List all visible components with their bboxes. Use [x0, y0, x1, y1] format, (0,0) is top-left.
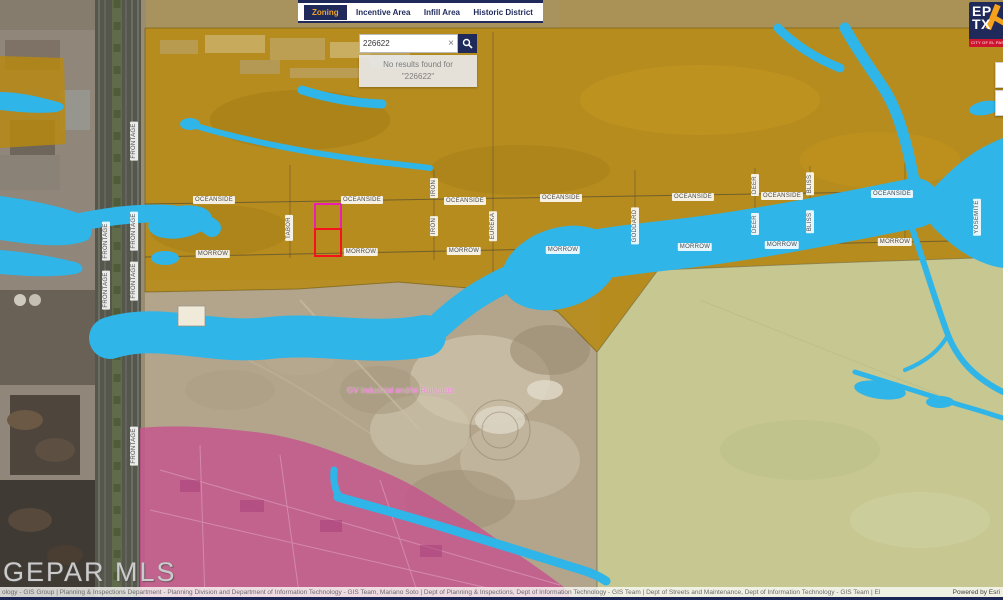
no-results-line2: "226622" [361, 71, 475, 83]
street-label-bliss: BLISS [806, 173, 814, 196]
clear-search-icon[interactable]: × [445, 34, 458, 53]
powered-by-esri: Powered by Esri [953, 589, 1003, 596]
no-results-popup: No results found for "226622" [359, 55, 477, 87]
street-label-morrow: MORROW [344, 248, 378, 256]
street-label-tabor: TABOR [285, 215, 293, 241]
street-label-bliss: BLISS [806, 211, 814, 234]
city-of-el-paso-logo: EP TX CITY OF EL PASO [969, 2, 1003, 47]
search-button[interactable] [458, 34, 477, 53]
street-label-frontage: FRONTAGE [102, 221, 110, 260]
map-control-button-top[interactable] [995, 62, 1003, 88]
street-label-iron: IRON [430, 178, 438, 198]
street-label-deer: DEER [751, 174, 759, 196]
street-label-oceanside: OCEANSIDE [341, 196, 383, 204]
tab-historic-district[interactable]: Historic District [469, 5, 537, 20]
gepar-mls-watermark: GEPAR MLS [3, 557, 177, 588]
street-label-frontage: FRONTAGE [130, 211, 138, 250]
street-label-oceanside: OCEANSIDE [193, 196, 235, 204]
map-control-button-bottom[interactable] [995, 90, 1003, 116]
street-label-morrow: MORROW [678, 243, 712, 251]
zoning-map-app: OCEANSIDE OCEANSIDE OCEANSIDE OCEANSIDE … [0, 0, 1003, 600]
street-label-oceanside: OCEANSIDE [672, 193, 714, 201]
street-label-oceanside: OCEANSIDE [444, 197, 486, 205]
street-label-morrow: MORROW [196, 250, 230, 258]
street-label-yosemite: YOSEMITE [973, 198, 981, 235]
street-label-goddard: GODDARD [631, 208, 639, 245]
street-label-eureka: EUREKA [489, 211, 497, 241]
no-results-line1: No results found for [361, 59, 475, 71]
street-label-morrow: MORROW [447, 247, 481, 255]
search-icon [462, 38, 473, 49]
zoning-sage-layer [597, 257, 1003, 600]
street-label-frontage: FRONTAGE [130, 261, 138, 300]
street-label-oceanside: OCEANSIDE [871, 190, 913, 198]
tab-infill-area[interactable]: Infill Area [420, 5, 464, 20]
search-input[interactable] [359, 34, 445, 53]
street-label-frontage: FRONTAGE [130, 426, 138, 465]
street-label-morrow: MORROW [878, 238, 912, 246]
attribution-text: ology - GIS Group | Planning & Inspectio… [0, 589, 880, 596]
logo-line2: TX [972, 18, 1003, 31]
search-widget: × No results found for "226622" [359, 34, 477, 87]
logo-caption: CITY OF EL PASO [969, 39, 1003, 47]
street-label-deer: DEER [751, 213, 759, 235]
street-label-morrow: MORROW [765, 241, 799, 249]
street-label-oceanside: OCEANSIDE [540, 194, 582, 202]
tab-incentive-area[interactable]: Incentive Area [352, 5, 414, 20]
street-label-frontage: FRONTAGE [130, 121, 138, 160]
attribution-bar: ology - GIS Group | Planning & Inspectio… [0, 587, 1003, 597]
map-canvas[interactable] [0, 0, 1003, 600]
street-label-morrow: MORROW [546, 246, 580, 254]
layer-tab-bar: Zoning Incentive Area Infill Area Histor… [298, 0, 543, 23]
street-label-frontage: FRONTAGE [102, 270, 110, 309]
building [178, 306, 205, 326]
area-label: GV Industrial and/or Railyards [347, 386, 454, 395]
tab-zoning[interactable]: Zoning [304, 5, 347, 20]
street-label-iron: IRON [430, 216, 438, 236]
street-label-oceanside: OCEANSIDE [761, 192, 803, 200]
